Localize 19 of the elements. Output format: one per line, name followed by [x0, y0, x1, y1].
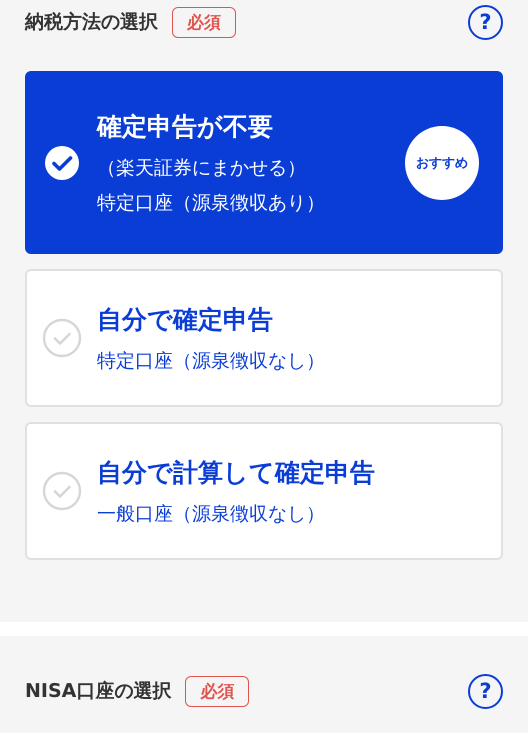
section-title: NISA口座の選択: [25, 679, 172, 704]
help-button[interactable]: ?: [468, 4, 503, 40]
option-description: 一般口座（源泉徴収なし）: [97, 502, 326, 526]
check-icon: [42, 318, 82, 358]
option-title: 自分で確定申告: [97, 304, 274, 336]
option-title: 自分で計算して確定申告: [97, 456, 376, 488]
option-description: （楽天証券にまかせる）: [97, 156, 307, 180]
option-card[interactable]: 確定申告が不要 （楽天証券にまかせる） 特定口座（源泉徴収あり） おすすめ: [25, 71, 503, 254]
check-icon: [42, 471, 82, 511]
required-badge: 必須: [172, 6, 236, 38]
recommended-badge: おすすめ: [405, 126, 479, 200]
section-title: 納税方法の選択: [25, 10, 158, 35]
option-description: 特定口座（源泉徴収なし）: [97, 348, 326, 374]
option-card[interactable]: 自分で確定申告 特定口座（源泉徴収なし）: [25, 269, 503, 407]
help-button[interactable]: ?: [468, 674, 503, 708]
option-description: 特定口座（源泉徴収あり）: [97, 190, 326, 216]
required-badge: 必須: [185, 676, 250, 706]
option-card[interactable]: 自分で計算して確定申告 一般口座（源泉徴収なし）: [25, 422, 503, 560]
option-title: 確定申告が不要: [97, 110, 274, 142]
